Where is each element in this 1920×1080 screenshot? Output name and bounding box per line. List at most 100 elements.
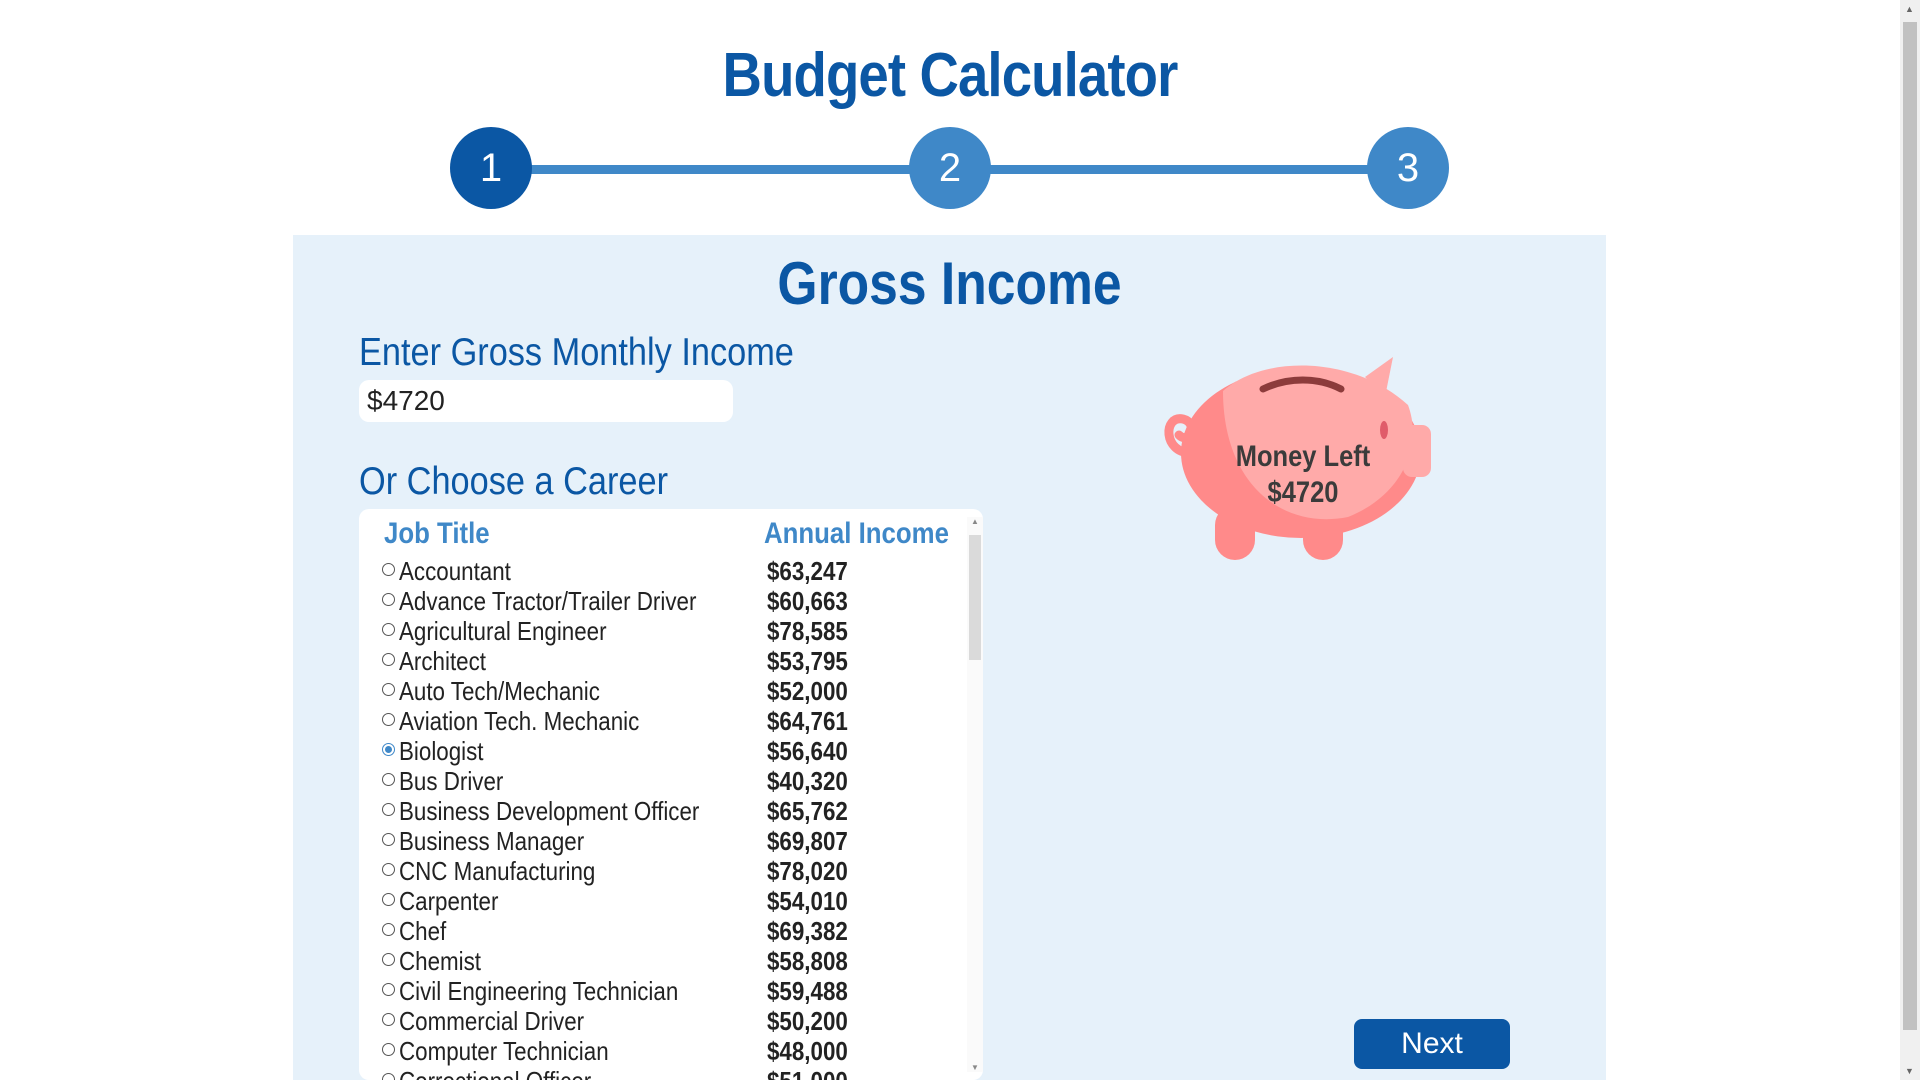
career-list[interactable]: Job Title Annual Income Accountant $63,24… [359, 509, 983, 1080]
career-job-title: Advance Tractor/Trailer Driver [399, 586, 697, 616]
career-row[interactable]: Computer Technician $48,000 [359, 1034, 959, 1066]
career-radio[interactable] [382, 833, 395, 846]
career-annual-income: $56,640 [767, 736, 848, 766]
career-annual-income: $78,020 [767, 856, 848, 886]
career-job-title: Business Development Officer [399, 796, 700, 826]
career-radio[interactable] [382, 923, 395, 936]
career-row[interactable]: Chemist $58,808 [359, 944, 959, 976]
income-label: Enter Gross Monthly Income [359, 331, 794, 374]
career-annual-income: $40,320 [767, 766, 848, 796]
career-scroll-thumb[interactable] [969, 535, 981, 660]
career-radio[interactable] [382, 863, 395, 876]
career-row[interactable]: Agricultural Engineer $78,585 [359, 614, 959, 646]
career-job-title: Bus Driver [399, 766, 504, 796]
career-row[interactable]: Carpenter $54,010 [359, 884, 959, 916]
window-scrollbar[interactable]: ▲ ▼ [1900, 0, 1920, 1080]
career-radio[interactable] [382, 1043, 395, 1056]
page-title: Budget Calculator [722, 41, 1179, 110]
career-radio[interactable] [382, 683, 395, 696]
career-radio[interactable] [382, 803, 395, 816]
career-radio[interactable] [382, 983, 395, 996]
career-annual-income: $63,247 [767, 556, 848, 586]
panel-title: Gross Income [777, 250, 1122, 317]
career-radio[interactable] [382, 593, 395, 606]
annual-income-header: Annual Income [764, 517, 949, 550]
career-job-title: Commercial Driver [399, 1006, 585, 1036]
step-3[interactable]: 3 [1367, 127, 1449, 209]
career-row[interactable]: Aviation Tech. Mechanic $64,761 [359, 704, 959, 736]
piggy-bank-icon: Money Left $4720 [1153, 335, 1453, 575]
career-job-title: Architect [399, 646, 486, 676]
next-button[interactable]: Next [1354, 1019, 1510, 1069]
career-row[interactable]: Chef $69,382 [359, 914, 959, 946]
career-annual-income: $65,762 [767, 796, 848, 826]
career-radio[interactable] [382, 893, 395, 906]
career-row[interactable]: Commercial Driver $50,200 [359, 1004, 959, 1036]
career-radio[interactable] [382, 1013, 395, 1026]
career-row[interactable]: Bus Driver $40,320 [359, 764, 959, 796]
career-job-title: Auto Tech/Mechanic [399, 676, 600, 706]
step-2[interactable]: 2 [909, 127, 991, 209]
career-row[interactable]: Accountant $63,247 [359, 554, 959, 586]
scroll-up-icon[interactable]: ▲ [971, 517, 979, 526]
career-row[interactable]: Architect $53,795 [359, 644, 959, 676]
career-annual-income: $51,000 [767, 1066, 848, 1080]
career-job-title: Business Manager [399, 826, 585, 856]
step-1[interactable]: 1 [450, 127, 532, 209]
career-annual-income: $59,488 [767, 976, 848, 1006]
career-radio[interactable] [382, 1073, 395, 1080]
career-row[interactable]: Advance Tractor/Trailer Driver $60,663 [359, 584, 959, 616]
career-job-title: Correctional Officer [399, 1066, 591, 1080]
career-job-title: Aviation Tech. Mechanic [399, 706, 640, 736]
career-annual-income: $58,808 [767, 946, 848, 976]
career-radio[interactable] [382, 623, 395, 636]
career-row[interactable]: Business Development Officer $65,762 [359, 794, 959, 826]
money-left-label: Money Left [1235, 440, 1371, 473]
career-row[interactable]: Biologist $56,640 [359, 734, 959, 766]
career-radio[interactable] [382, 743, 395, 756]
step-connector [520, 165, 920, 174]
career-annual-income: $64,761 [767, 706, 848, 736]
career-job-title: CNC Manufacturing [399, 856, 596, 886]
career-annual-income: $53,795 [767, 646, 848, 676]
career-radio[interactable] [382, 713, 395, 726]
career-row[interactable]: Correctional Officer $51,000 [359, 1064, 959, 1080]
career-job-title: Civil Engineering Technician [399, 976, 679, 1006]
career-annual-income: $78,585 [767, 616, 848, 646]
career-annual-income: $60,663 [767, 586, 848, 616]
career-job-title: Biologist [399, 736, 484, 766]
job-title-header: Job Title [384, 517, 490, 550]
career-radio[interactable] [382, 653, 395, 666]
career-radio[interactable] [382, 953, 395, 966]
window-scroll-up-icon[interactable]: ▲ [1905, 4, 1914, 14]
career-annual-income: $52,000 [767, 676, 848, 706]
gross-income-panel: Gross Income Enter Gross Monthly Income … [293, 235, 1606, 1080]
career-row[interactable]: Business Manager $69,807 [359, 824, 959, 856]
step-progress: 1 2 3 [450, 127, 1449, 211]
window-scroll-down-icon[interactable]: ▼ [1905, 1066, 1914, 1076]
career-job-title: Chef [399, 916, 447, 946]
career-row[interactable]: Civil Engineering Technician $59,488 [359, 974, 959, 1006]
career-label: Or Choose a Career [359, 460, 669, 503]
career-scrollbar[interactable]: ▲ ▼ [967, 517, 983, 1072]
career-annual-income: $69,807 [767, 826, 848, 856]
career-annual-income: $54,010 [767, 886, 848, 916]
career-job-title: Computer Technician [399, 1036, 609, 1066]
career-radio[interactable] [382, 563, 395, 576]
income-input[interactable] [359, 380, 733, 422]
career-annual-income: $48,000 [767, 1036, 848, 1066]
step-connector [980, 165, 1380, 174]
career-row[interactable]: Auto Tech/Mechanic $52,000 [359, 674, 959, 706]
window-scroll-thumb[interactable] [1903, 22, 1917, 1030]
career-job-title: Carpenter [399, 886, 499, 916]
career-row[interactable]: CNC Manufacturing $78,020 [359, 854, 959, 886]
career-job-title: Accountant [399, 556, 511, 586]
career-job-title: Agricultural Engineer [399, 616, 607, 646]
career-radio[interactable] [382, 773, 395, 786]
career-job-title: Chemist [399, 946, 482, 976]
career-annual-income: $50,200 [767, 1006, 848, 1036]
career-rows: Accountant $63,247 Advance Tractor/Trailer… [359, 554, 959, 1080]
scroll-down-icon[interactable]: ▼ [971, 1063, 979, 1072]
money-left-value: $4720 [1267, 476, 1339, 509]
career-annual-income: $69,382 [767, 916, 848, 946]
